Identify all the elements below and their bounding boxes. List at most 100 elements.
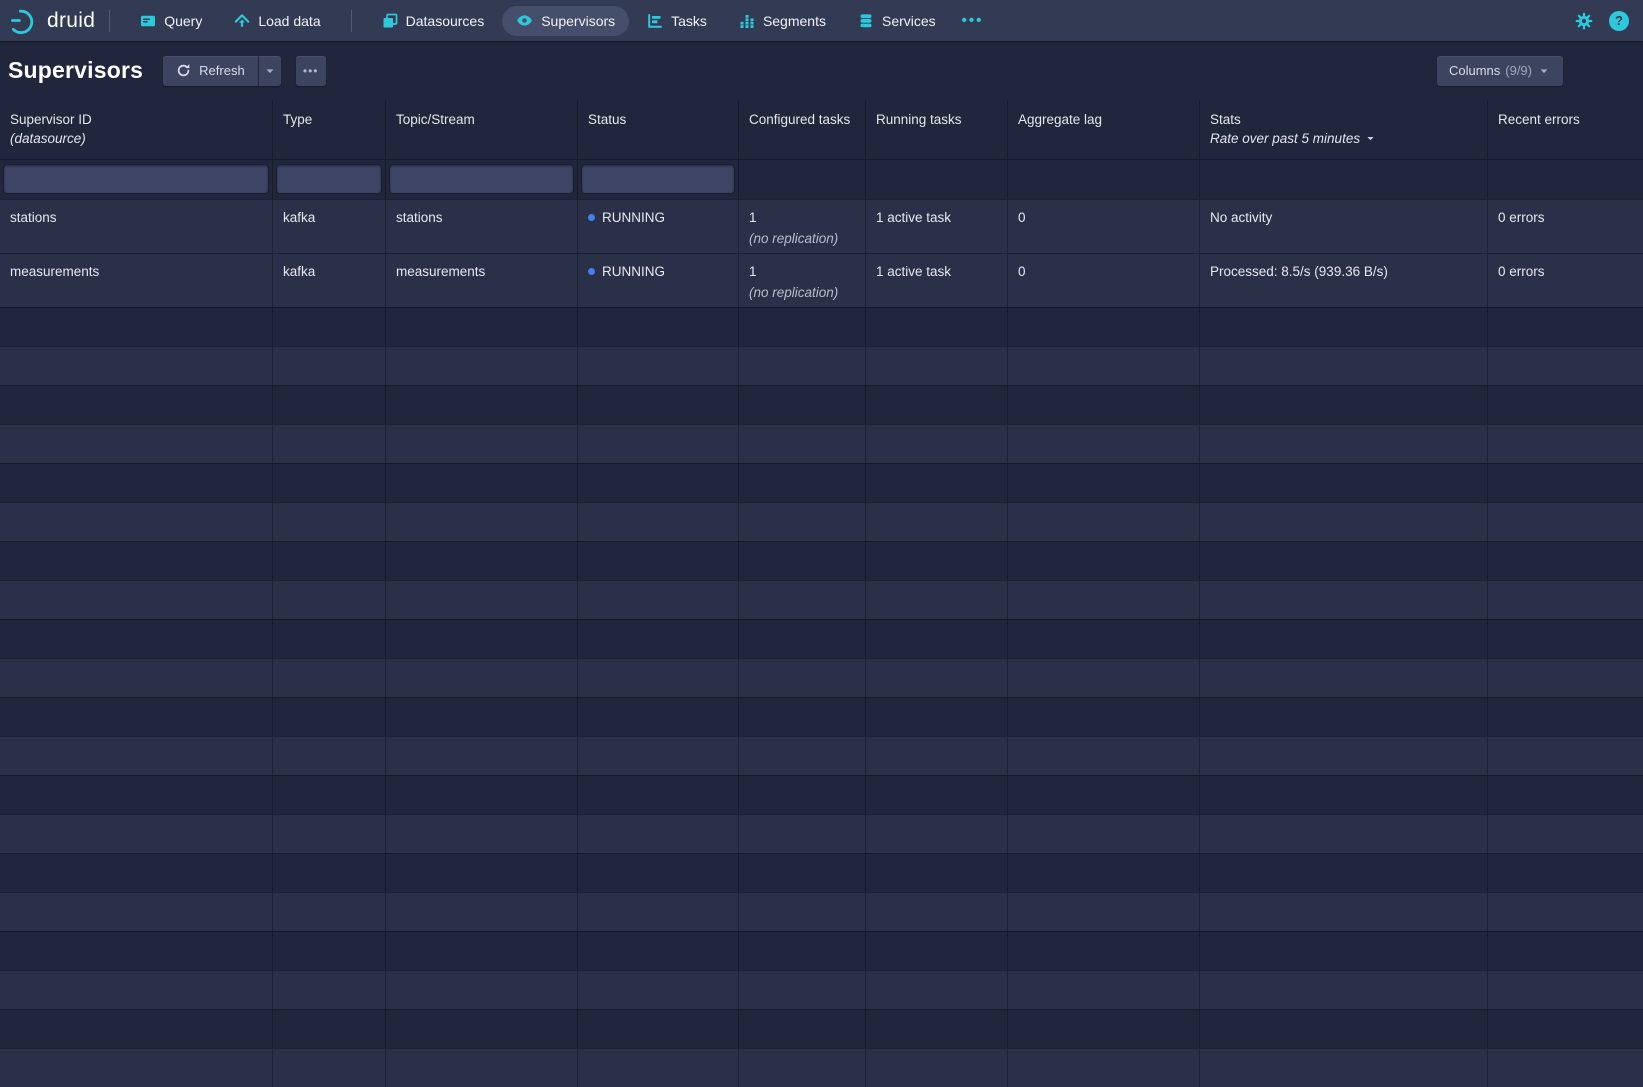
- nav-item-label: Load data: [258, 13, 320, 29]
- more-icon: •••: [303, 64, 319, 78]
- nav-item-supervisors[interactable]: Supervisors: [502, 6, 629, 36]
- title-bar: Supervisors Refresh ••• Columns: [0, 41, 1643, 100]
- column-header-label: Stats: [1210, 112, 1477, 127]
- nav-item-label: Segments: [763, 13, 826, 29]
- column-header-status[interactable]: Status: [578, 100, 739, 159]
- nav-item-label: Services: [882, 13, 936, 29]
- column-header-stats[interactable]: Stats Rate over past 5 minutes: [1200, 100, 1488, 159]
- filter-input-supervisor-id[interactable]: [4, 165, 268, 193]
- column-header-aggregate-lag[interactable]: Aggregate lag: [1008, 100, 1200, 159]
- refresh-dropdown-button[interactable]: [258, 56, 281, 86]
- table-row[interactable]: measurementskafkameasurementsRUNNING1(no…: [0, 253, 1643, 307]
- table-cell: 1 active task: [866, 200, 1008, 253]
- empty-table-cell: [0, 932, 273, 970]
- empty-table-cell: [273, 581, 386, 619]
- filter-cell: [866, 160, 1008, 199]
- nav-item-more[interactable]: •••: [954, 6, 992, 36]
- empty-table-cell: [739, 386, 866, 424]
- gear-icon[interactable]: [1575, 12, 1593, 30]
- druid-logo[interactable]: druid: [10, 7, 95, 35]
- cell-text: 1 active task: [876, 209, 997, 227]
- empty-table-cell: [866, 659, 1008, 697]
- nav-divider: [109, 10, 110, 32]
- empty-table-cell: [386, 386, 578, 424]
- table-cell: stations: [0, 200, 273, 253]
- empty-table-cell: [0, 698, 273, 736]
- empty-table-row: [0, 1048, 1643, 1087]
- empty-table-cell: [0, 464, 273, 502]
- nav-item-load-data[interactable]: Load data: [220, 6, 334, 36]
- supervisors-icon: [516, 12, 533, 29]
- empty-table-cell: [1008, 776, 1200, 814]
- druid-logo-icon: [10, 7, 40, 35]
- column-header-configured-tasks[interactable]: Configured tasks: [739, 100, 866, 159]
- nav-item-query[interactable]: Query: [126, 6, 216, 36]
- empty-table-cell: [1008, 815, 1200, 853]
- nav-item-datasources[interactable]: Datasources: [368, 6, 499, 36]
- empty-table-cell: [273, 503, 386, 541]
- empty-table-cell: [273, 1049, 386, 1087]
- empty-table-cell: [273, 971, 386, 1009]
- empty-table-cell: [1488, 932, 1643, 970]
- cell-text: 1: [749, 209, 855, 227]
- nav-item-label: •••: [962, 12, 984, 29]
- query-icon: [140, 13, 156, 29]
- filter-cell: [386, 160, 578, 199]
- column-header-recent-errors[interactable]: Recent errors: [1488, 100, 1643, 159]
- help-icon[interactable]: ?: [1609, 11, 1629, 31]
- more-actions-button[interactable]: •••: [296, 56, 326, 86]
- empty-table-cell: [739, 464, 866, 502]
- empty-table-cell: [386, 503, 578, 541]
- empty-table-cell: [1488, 503, 1643, 541]
- caret-down-icon: [1365, 133, 1376, 144]
- empty-table-cell: [1488, 659, 1643, 697]
- table-row[interactable]: stationskafkastationsRUNNING1(no replica…: [0, 199, 1643, 253]
- filter-input-topic-stream[interactable]: [390, 165, 573, 193]
- filter-cell: [739, 160, 866, 199]
- empty-table-cell: [1200, 698, 1488, 736]
- column-header-running-tasks[interactable]: Running tasks: [866, 100, 1008, 159]
- column-header-supervisor-id[interactable]: Supervisor ID(datasource): [0, 100, 273, 159]
- empty-table-cell: [866, 971, 1008, 1009]
- empty-table-cell: [386, 737, 578, 775]
- empty-table-cell: [1488, 425, 1643, 463]
- column-header-type[interactable]: Type: [273, 100, 386, 159]
- nav-item-tasks[interactable]: Tasks: [633, 6, 721, 36]
- nav-item-segments[interactable]: Segments: [725, 6, 840, 36]
- filter-input-type[interactable]: [277, 165, 381, 193]
- nav-item-services[interactable]: Services: [844, 6, 950, 36]
- columns-button[interactable]: Columns (9/9): [1437, 56, 1563, 86]
- table-cell: measurements: [386, 254, 578, 307]
- empty-table-cell: [739, 425, 866, 463]
- load-data-icon: [234, 13, 250, 29]
- table-cell: Processed: 8.5/s (939.36 B/s): [1200, 254, 1488, 307]
- table-cell: kafka: [273, 200, 386, 253]
- empty-table-cell: [273, 815, 386, 853]
- filter-input-status[interactable]: [582, 165, 734, 193]
- column-header-sublabel-text: Rate over past 5 minutes: [1210, 131, 1360, 146]
- empty-table-cell: [0, 347, 273, 385]
- nav-item-label: Supervisors: [541, 13, 615, 29]
- column-header-sublabel[interactable]: Rate over past 5 minutes: [1210, 131, 1477, 146]
- table-cell: RUNNING: [578, 254, 739, 307]
- cell-text: 0 errors: [1498, 263, 1643, 281]
- empty-table-cell: [739, 620, 866, 658]
- empty-table-cell: [273, 776, 386, 814]
- refresh-button[interactable]: Refresh: [163, 56, 258, 86]
- cell-text: 0: [1018, 263, 1189, 281]
- table-cell: 1 active task: [866, 254, 1008, 307]
- empty-table-cell: [1488, 347, 1643, 385]
- table-cell: RUNNING: [578, 200, 739, 253]
- empty-table-cell: [273, 464, 386, 502]
- empty-table-cell: [1200, 620, 1488, 658]
- app-root: druid Query Load data Datasources Superviso…: [0, 0, 1643, 1087]
- segments-icon: [739, 13, 755, 29]
- empty-table-cell: [866, 386, 1008, 424]
- empty-table-cell: [1488, 698, 1643, 736]
- cell-text: kafka: [283, 209, 375, 227]
- empty-table-cell: [273, 308, 386, 346]
- filter-cell: [1488, 160, 1643, 199]
- table-cell: kafka: [273, 254, 386, 307]
- column-header-topic-stream[interactable]: Topic/Stream: [386, 100, 578, 159]
- empty-table-row: [0, 1009, 1643, 1048]
